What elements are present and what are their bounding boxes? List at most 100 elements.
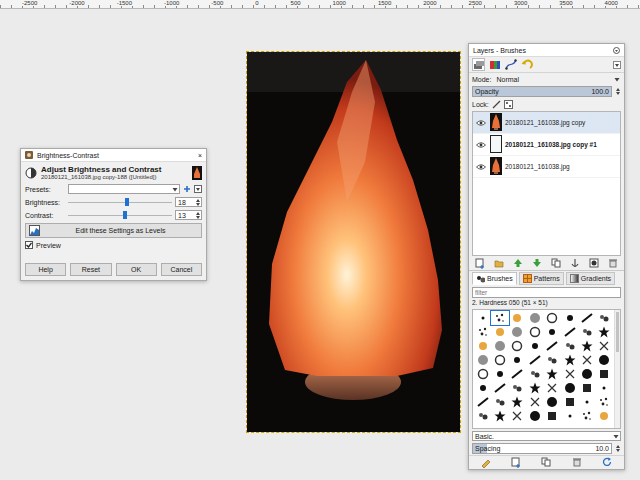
brush-cell[interactable] [578,325,595,339]
anchor-layer-icon[interactable] [570,258,580,269]
brightness-contrast-dialog[interactable]: Brightness-Contrast×Adjust Brightness an… [20,148,207,281]
brush-cell[interactable] [596,381,613,395]
brush-cell[interactable] [578,367,595,381]
brush-cell[interactable] [474,381,491,395]
visibility-toggle[interactable] [475,162,487,172]
dropdown-arrow-icon[interactable] [614,77,620,82]
brush-cell[interactable] [596,311,613,325]
brush-cell[interactable] [509,395,526,409]
layer-name[interactable]: 20180121_161038.jpg copy [505,119,585,126]
brush-cell[interactable] [596,395,613,409]
slider-handle[interactable] [125,198,129,206]
spin-arrows[interactable] [195,199,201,206]
brush-grid[interactable] [472,309,621,429]
layers-brushes-dock[interactable]: Layers - BrushesMode:NormalOpacity100.0L… [468,43,625,470]
brush-cell[interactable] [578,381,595,395]
brush-cell[interactable] [526,367,543,381]
edit-brush-icon[interactable] [481,457,491,468]
brush-cell[interactable] [509,325,526,339]
brush-cell[interactable] [578,311,595,325]
edit-as-levels-button[interactable]: Edit these Settings as Levels [25,223,202,238]
down-arrow-icon[interactable] [196,216,200,219]
brush-cell[interactable] [526,325,543,339]
brush-cell[interactable] [578,353,595,367]
brush-set-value[interactable]: Basic. [475,433,494,440]
spin-arrows[interactable] [615,88,621,95]
up-arrow-icon[interactable] [196,212,200,215]
brush-cell[interactable] [596,325,613,339]
reset-button[interactable]: Reset [70,263,111,276]
brush-cell[interactable] [544,367,561,381]
preview-label[interactable]: Preview [36,242,61,249]
mode-value[interactable]: Normal [496,76,519,83]
horizontal-ruler[interactable]: -2500-2000-1500-1000-5000500100015002000… [0,0,640,9]
brush-cell[interactable] [526,353,543,367]
layer-mask-icon[interactable] [589,258,599,269]
brush-cell[interactable] [561,395,578,409]
brush-tab-label[interactable]: Gradients [581,275,611,282]
visibility-toggle[interactable] [475,140,487,150]
visibility-toggle[interactable] [475,118,487,128]
brush-cell[interactable] [526,381,543,395]
slider-track[interactable] [68,210,172,220]
down-arrow-icon[interactable] [616,92,620,95]
brush-cell[interactable] [561,325,578,339]
brush-cell[interactable] [561,353,578,367]
brush-cell[interactable] [561,409,578,423]
brush-cell[interactable] [561,339,578,353]
spin-arrows[interactable] [615,445,621,452]
new-layer-icon[interactable] [475,258,485,269]
layer-row[interactable]: 20180121_161038.jpg copy #1 [473,134,620,156]
dock-tab[interactable] [488,58,501,71]
dropdown-arrow-icon[interactable] [172,187,178,192]
brush-tab-label[interactable]: Patterns [534,275,560,282]
brush-filter-field[interactable] [472,287,621,298]
layer-row[interactable]: 20180121_161038.jpg copy [473,112,620,134]
brush-cell[interactable] [509,353,526,367]
dropdown-arrow-icon[interactable] [613,434,619,439]
new-brush-icon[interactable] [511,457,521,468]
brush-cell[interactable] [578,339,595,353]
brush-scrollbar[interactable] [614,310,620,428]
brush-cell[interactable] [596,367,613,381]
up-arrow-icon[interactable] [616,88,620,91]
mode-dropdown[interactable]: Normal [494,74,621,84]
slider-track[interactable] [68,197,172,207]
help-button[interactable]: Help [25,263,66,276]
brush-cell[interactable] [578,409,595,423]
brush-cell[interactable] [544,311,561,325]
brush-cell[interactable] [491,381,508,395]
brush-cell[interactable] [526,311,543,325]
brush-cell[interactable] [474,311,491,325]
preset-menu-icon[interactable] [194,185,202,193]
brush-cell[interactable] [578,395,595,409]
brush-cell[interactable] [561,381,578,395]
cancel-button[interactable]: Cancel [161,263,202,276]
layer-name[interactable]: 20180121_161038.jpg copy #1 [505,141,597,148]
brush-cell[interactable] [544,339,561,353]
brush-cell[interactable] [526,409,543,423]
lower-layer-icon[interactable] [532,258,542,269]
close-button[interactable]: × [198,152,202,159]
spacing-bar[interactable]: Spacing10.0 [472,443,612,454]
refresh-brushes-icon[interactable] [602,457,612,468]
brush-cell[interactable] [596,339,613,353]
dock-config-icon[interactable] [613,47,620,54]
dialog-titlebar[interactable]: Brightness-Contrast× [21,149,206,162]
brush-cell[interactable] [509,367,526,381]
slider-spinbox[interactable]: 13 [175,210,202,220]
layer-row[interactable]: 20180121_161038.jpg [473,156,620,178]
brush-cell[interactable] [474,395,491,409]
lock-position-icon[interactable] [504,100,513,109]
opacity-value[interactable]: 100.0 [591,88,611,95]
up-arrow-icon[interactable] [616,445,620,448]
duplicate-brush-icon[interactable] [541,457,551,468]
brush-cell[interactable] [596,409,613,423]
presets-dropdown[interactable] [68,184,180,194]
dock-titlebar[interactable]: Layers - Brushes [469,44,624,57]
brush-cell[interactable] [491,311,508,325]
delete-brush-icon[interactable] [572,457,582,468]
preview-checkbox[interactable] [25,241,33,249]
new-group-icon[interactable] [494,258,504,269]
brush-cell[interactable] [509,339,526,353]
